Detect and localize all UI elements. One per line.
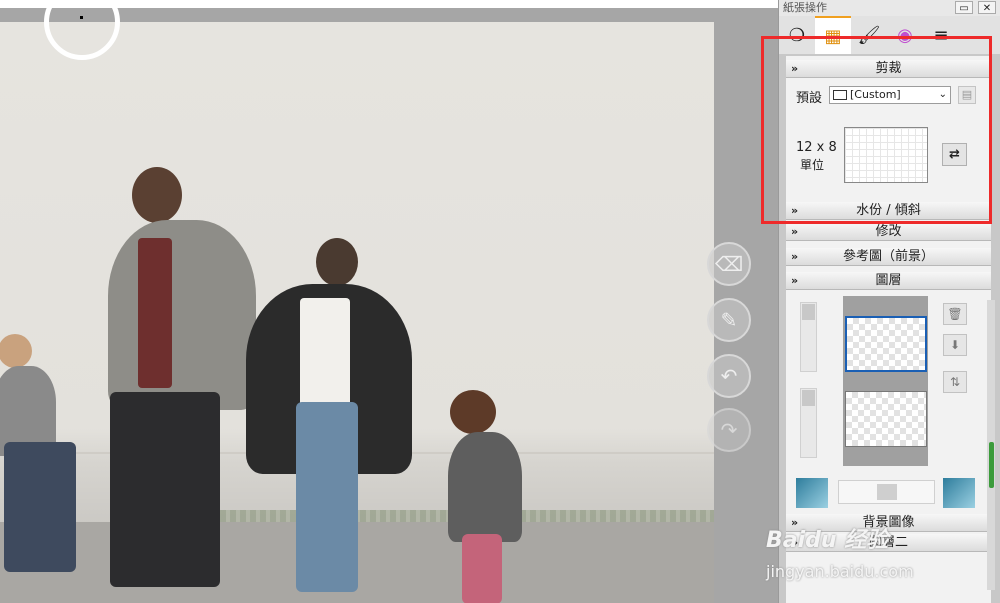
layer-thumb[interactable]: [845, 391, 927, 447]
trash-icon: 🗑: [947, 307, 963, 321]
brush-preview-left[interactable]: [796, 478, 828, 508]
redo-button[interactable]: ↷: [707, 408, 751, 452]
modify-label: 修改: [875, 224, 902, 239]
photo-figure-man-shirt: [138, 238, 172, 388]
photo-figure-boy-legs: [4, 442, 76, 572]
merge-down-button[interactable]: ⬇: [943, 334, 967, 356]
rotate-crop-icon: ⇄: [949, 147, 960, 162]
watermark-url: jingyan.baidu.com: [766, 562, 914, 581]
layers-list-icon: ≡: [933, 24, 949, 46]
photo-figure-man-head: [132, 167, 182, 223]
app-window: ⌫ ✎ ↶ ↷ 紙張操作 ▭ ✕ ❍ ▦ 🖌 ◉ ≡ » 剪裁 預設 [Cust…: [0, 0, 1000, 603]
tab-paper[interactable]: ❍: [779, 16, 815, 54]
eraser-tool-button[interactable]: ⌫: [707, 242, 751, 286]
crop-preview-grid[interactable]: [844, 127, 928, 183]
brush-icon: 🖌: [857, 24, 881, 46]
photo-figure-woman-head: [316, 238, 358, 286]
photo-figure-man-legs: [110, 392, 220, 587]
undo-button[interactable]: ↶: [707, 354, 751, 398]
collapse-chevron-icon: »: [791, 274, 799, 287]
photo-figure-girl: [448, 432, 522, 542]
photo-figure-girl-head: [450, 390, 496, 434]
tab-layers[interactable]: ≡: [923, 16, 959, 54]
layer-opacity-slider-bottom[interactable]: [800, 388, 817, 458]
brush-blend-slider[interactable]: [838, 480, 935, 504]
layer-thumb-selected[interactable]: [845, 316, 927, 372]
arrow-down-icon: ⬇: [949, 338, 961, 352]
canvas-photo[interactable]: [0, 22, 714, 603]
brush-tool-button[interactable]: ✎: [707, 298, 751, 342]
close-button[interactable]: ✕: [978, 1, 996, 14]
photo-figure-woman-top: [300, 298, 350, 408]
chevron-down-icon: ⌄: [938, 89, 947, 100]
crop-header-label: 剪裁: [875, 61, 902, 76]
swap-layers-button[interactable]: ⇅: [943, 371, 967, 393]
canvas-settings-icon: ▦: [824, 25, 842, 47]
color-wheel-icon: ◉: [897, 24, 913, 46]
layers-section-header[interactable]: » 圖層: [786, 272, 991, 290]
collapse-chevron-icon: »: [791, 62, 799, 75]
preset-settings-button[interactable]: ▤: [958, 86, 976, 104]
preset-dropdown[interactable]: [Custom] ⌄: [829, 86, 951, 104]
slider-knob[interactable]: [877, 484, 897, 500]
paper-operations-panel: 紙張操作 ▭ ✕ ❍ ▦ 🖌 ◉ ≡ » 剪裁 預設 [Custom] ⌄ ▤ …: [778, 0, 1000, 603]
photo-figure-girl-legs: [462, 534, 502, 603]
watermark-tilt-section-header[interactable]: » 水份 / 傾斜: [786, 202, 991, 220]
modify-section-header[interactable]: » 修改: [786, 223, 991, 241]
crop-section-header[interactable]: » 剪裁: [786, 60, 991, 78]
layer-opacity-slider-top[interactable]: [800, 302, 817, 372]
expand-chevron-icon: »: [791, 225, 799, 238]
tab-color[interactable]: ◉: [887, 16, 923, 54]
reference-section-header[interactable]: » 參考圖（前景）: [786, 248, 991, 266]
paper-icon: ❍: [788, 24, 806, 46]
photo-figure-boy-head: [0, 334, 32, 368]
canvas-unit-text: 單位: [800, 158, 825, 172]
watermark-brand: Baidu 经验: [766, 528, 889, 553]
tab-brush[interactable]: 🖌: [851, 16, 887, 54]
slider-knob[interactable]: [802, 304, 815, 320]
canvas-size-text: 12 x 8: [796, 140, 837, 155]
photo-figure-woman-legs: [296, 402, 358, 592]
preset-value: [Custom]: [850, 88, 901, 101]
expand-chevron-icon: »: [791, 204, 799, 217]
canvas-area[interactable]: ⌫ ✎ ↶ ↷: [0, 0, 778, 603]
delete-layer-button[interactable]: 🗑: [943, 303, 967, 325]
layers-label: 圖層: [875, 273, 902, 288]
swap-icon: ⇅: [949, 375, 961, 389]
expand-chevron-icon: »: [791, 250, 799, 263]
rotate-crop-button[interactable]: ⇄: [942, 143, 967, 166]
layer-stack: [843, 296, 928, 466]
minimize-button[interactable]: ▭: [955, 1, 973, 14]
brush-preview-right[interactable]: [943, 478, 975, 508]
brush-cursor-dot: [80, 16, 83, 19]
panel-tabs: ❍ ▦ 🖌 ◉ ≡: [779, 16, 1000, 54]
slider-knob[interactable]: [802, 390, 815, 406]
reference-label: 參考圖（前景）: [842, 249, 934, 264]
tab-canvas[interactable]: ▦: [815, 16, 851, 54]
aspect-rect-icon: [833, 90, 847, 100]
panel-scroll-thumb[interactable]: [989, 442, 994, 488]
watermark-overlay: Baidu 经验 jingyan.baidu.com: [766, 520, 996, 590]
preset-label: 預設: [796, 91, 823, 106]
watermark-tilt-label: 水份 / 傾斜: [856, 203, 921, 218]
photo-figure-man: [108, 220, 256, 410]
